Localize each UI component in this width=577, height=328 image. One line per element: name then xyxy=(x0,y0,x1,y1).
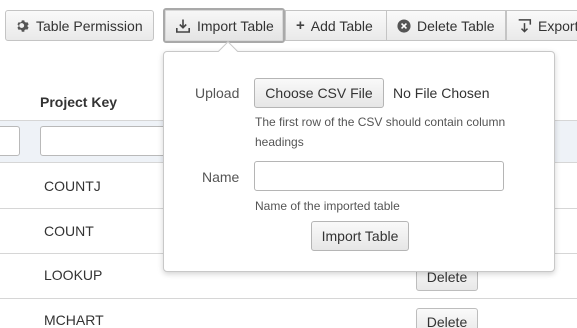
export-label: Export xyxy=(538,17,577,34)
project-key-cell: LOOKUP xyxy=(44,267,103,283)
delete-table-button[interactable]: Delete Table xyxy=(387,10,506,41)
column-header-project-key: Project Key xyxy=(40,94,118,110)
table-name-input[interactable] xyxy=(254,161,504,191)
name-help-text: Name of the imported table xyxy=(255,199,400,213)
export-icon xyxy=(518,19,532,33)
export-button[interactable]: Export xyxy=(506,10,577,41)
project-key-cell: COUNT xyxy=(44,223,94,239)
upload-help-text: The first row of the CSV should contain … xyxy=(255,115,506,149)
delete-table-label: Delete Table xyxy=(417,17,495,34)
delete-row-button[interactable]: Delete xyxy=(416,308,478,328)
project-key-cell: COUNTJ xyxy=(44,178,101,194)
import-table-label: Import Table xyxy=(197,17,274,34)
project-key-filter-input[interactable] xyxy=(40,126,170,156)
close-circle-icon xyxy=(397,18,411,33)
add-table-button[interactable]: + Add Table xyxy=(285,10,387,41)
add-table-label: Add Table xyxy=(310,17,373,34)
gear-icon xyxy=(17,19,29,32)
table-permission-label: Table Permission xyxy=(36,17,143,34)
file-status: No File Chosen xyxy=(393,85,490,101)
name-label: Name xyxy=(202,169,240,185)
import-table-submit-button[interactable]: Import Table xyxy=(311,221,409,251)
upload-label: Upload xyxy=(195,85,240,101)
choose-csv-file-button[interactable]: Choose CSV File xyxy=(254,78,384,108)
filter-input[interactable] xyxy=(0,126,20,156)
download-icon xyxy=(176,19,190,33)
plus-icon: + xyxy=(296,17,305,34)
import-table-button[interactable]: Import Table xyxy=(163,8,285,43)
project-key-cell: MCHART xyxy=(44,312,104,328)
table-row: MCHART Delete xyxy=(0,299,577,328)
table-permission-button[interactable]: Table Permission xyxy=(5,10,154,41)
